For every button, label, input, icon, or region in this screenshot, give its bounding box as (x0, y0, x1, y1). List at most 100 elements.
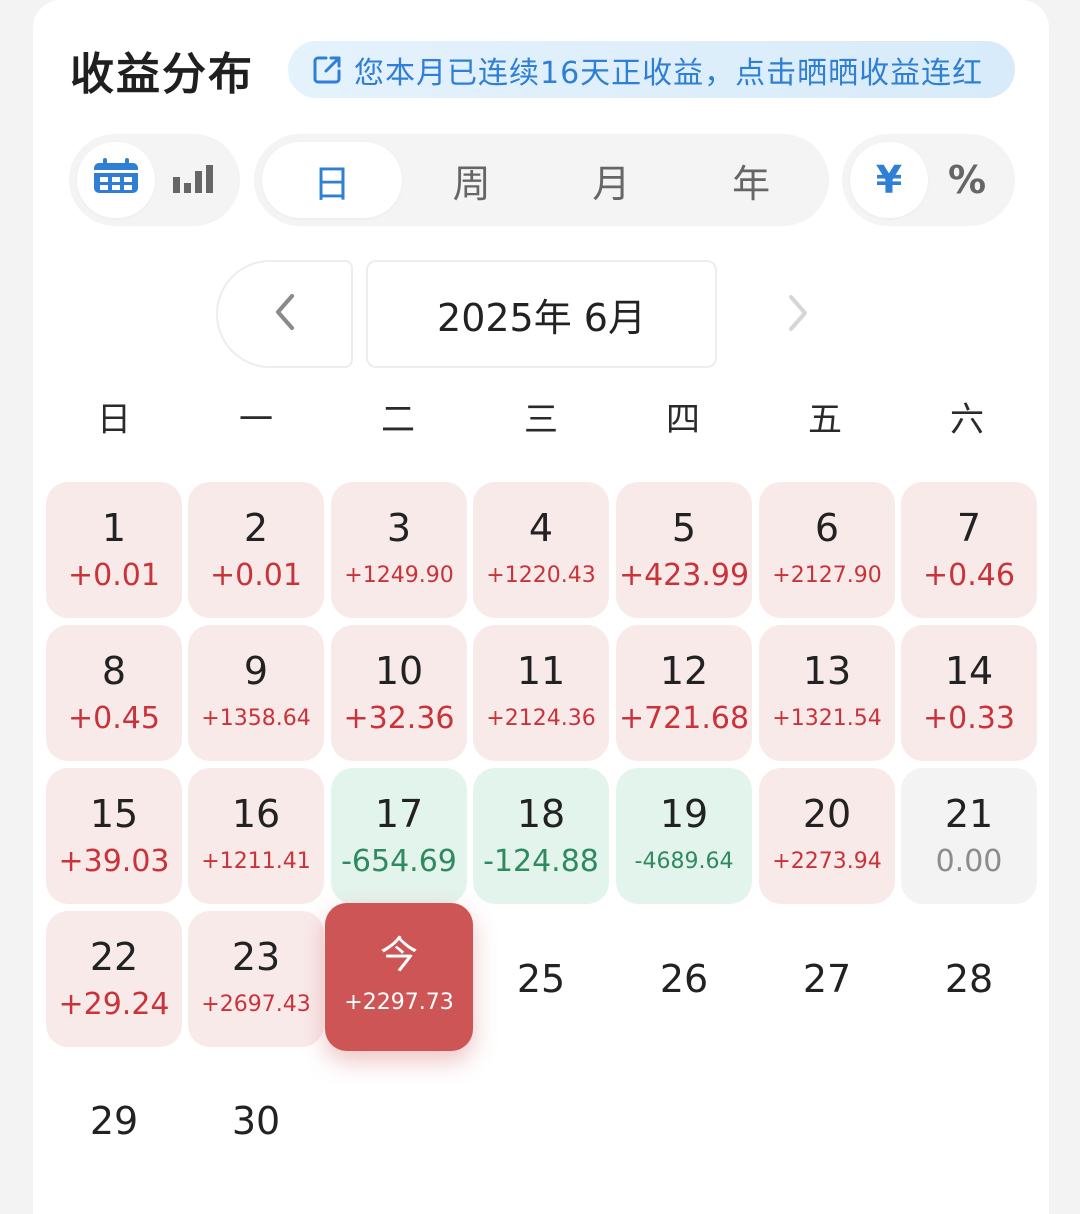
month-selector[interactable]: 2025年 6月 (366, 260, 717, 368)
day-number: 4 (528, 506, 554, 550)
day-income-value: 0.00 (935, 844, 1003, 879)
calendar-day[interactable]: 27 (759, 911, 895, 1047)
calendar-day[interactable]: 26 (616, 911, 752, 1047)
day-income-value: +32.36 (343, 701, 455, 736)
calendar-day[interactable]: 2 +0.01 (188, 482, 324, 618)
day-income-value: +0.45 (68, 701, 160, 736)
day-income-value: -4689.64 (634, 849, 734, 874)
calendar-day[interactable]: 1 +0.01 (46, 482, 182, 618)
tab-month[interactable]: 月 (542, 142, 682, 218)
day-number: 今 (379, 933, 418, 977)
day-income-value: +721.68 (618, 701, 750, 736)
streak-share-banner[interactable]: 您本月已连续16天正收益，点击晒晒收益连红 (288, 41, 1015, 98)
day-number: 3 (386, 506, 412, 550)
day-number: 23 (231, 935, 281, 979)
day-number: 27 (802, 957, 852, 1001)
day-number: 25 (516, 957, 566, 1001)
view-toggle (69, 134, 240, 226)
calendar-day[interactable]: 21 0.00 (901, 768, 1037, 904)
day-number: 5 (671, 506, 697, 550)
bar-chart-icon (171, 158, 215, 202)
calendar-day[interactable]: 17 -654.69 (331, 768, 467, 904)
calendar-day[interactable]: 10 +32.36 (331, 625, 467, 761)
day-number: 18 (516, 792, 566, 836)
tab-year[interactable]: 年 (681, 142, 821, 218)
calendar-day[interactable]: 8 +0.45 (46, 625, 182, 761)
calendar-day[interactable]: 11 +2124.36 (473, 625, 609, 761)
day-income-value: +1321.54 (772, 706, 882, 731)
calendar-day[interactable]: 16 +1211.41 (188, 768, 324, 904)
next-month-button[interactable] (760, 280, 836, 350)
tab-day[interactable]: 日 (262, 142, 402, 218)
calendar-day[interactable]: 13 +1321.54 (759, 625, 895, 761)
day-income-value: +1249.90 (344, 563, 454, 588)
day-number: 7 (956, 506, 982, 550)
day-number: 1 (101, 506, 127, 550)
calendar-icon (92, 157, 140, 204)
day-number: 17 (374, 792, 424, 836)
prev-month-button[interactable] (216, 260, 353, 368)
yuan-unit-button[interactable]: ¥ (850, 142, 928, 218)
day-income-value: +1358.64 (201, 706, 311, 731)
calendar-day[interactable]: 18 -124.88 (473, 768, 609, 904)
day-number: 8 (101, 649, 127, 693)
day-number: 19 (659, 792, 709, 836)
weekday-label: 五 (808, 400, 842, 440)
calendar-day[interactable]: 6 +2127.90 (759, 482, 895, 618)
calendar-day[interactable]: 23 +2697.43 (188, 911, 324, 1047)
streak-banner-text: 您本月已连续16天正收益，点击晒晒收益连红 (354, 55, 984, 91)
calendar-day[interactable]: 4 +1220.43 (473, 482, 609, 618)
chart-view-button[interactable] (155, 142, 233, 218)
day-number: 2 (243, 506, 269, 550)
calendar-day[interactable]: 19 -4689.64 (616, 768, 752, 904)
calendar-day[interactable]: 7 +0.46 (901, 482, 1037, 618)
chevron-left-icon (272, 292, 298, 336)
day-number: 20 (802, 792, 852, 836)
calendar-day[interactable]: 15 +39.03 (46, 768, 182, 904)
day-number: 30 (231, 1099, 281, 1143)
calendar-day[interactable]: 22 +29.24 (46, 911, 182, 1047)
calendar-day[interactable]: 30 (188, 1053, 324, 1189)
day-number: 14 (944, 649, 994, 693)
calendar-day[interactable]: 20 +2273.94 (759, 768, 895, 904)
day-income-value: +2697.43 (201, 992, 311, 1017)
calendar-day[interactable]: 25 (473, 911, 609, 1047)
day-income-value: +2273.94 (772, 849, 882, 874)
calendar-day-today[interactable]: 今 +2297.73 (325, 903, 473, 1051)
percent-unit-button[interactable]: % (928, 142, 1006, 218)
day-income-value: -124.88 (483, 844, 599, 879)
day-number: 10 (374, 649, 424, 693)
calendar-day[interactable]: 14 +0.33 (901, 625, 1037, 761)
period-tabs: 日 周 月 年 (254, 134, 829, 226)
day-income-value: +0.01 (210, 558, 302, 593)
calendar-day[interactable]: 28 (901, 911, 1037, 1047)
day-income-value: +1211.41 (201, 849, 311, 874)
unit-toggle: ¥ % (842, 134, 1015, 226)
day-number: 26 (659, 957, 709, 1001)
day-income-value: +2124.36 (486, 706, 596, 731)
tab-week[interactable]: 周 (402, 142, 542, 218)
chevron-right-icon (785, 293, 811, 337)
day-income-value: +39.03 (58, 844, 170, 879)
calendar-day[interactable]: 29 (46, 1053, 182, 1189)
weekday-label: 二 (381, 400, 415, 440)
day-number: 21 (944, 792, 994, 836)
day-income-value: +2127.90 (772, 563, 882, 588)
calendar-day[interactable]: 12 +721.68 (616, 625, 752, 761)
day-number: 11 (516, 649, 566, 693)
calendar-day[interactable]: 9 +1358.64 (188, 625, 324, 761)
weekday-label: 四 (666, 400, 700, 440)
calendar-view-button[interactable] (77, 142, 155, 218)
day-income-value: -654.69 (341, 844, 457, 879)
weekday-label: 日 (97, 400, 131, 440)
day-number: 29 (89, 1099, 139, 1143)
day-income-value: +0.33 (923, 701, 1015, 736)
calendar-day[interactable]: 5 +423.99 (616, 482, 752, 618)
weekday-label: 一 (239, 400, 273, 440)
day-number: 15 (89, 792, 139, 836)
day-number: 6 (814, 506, 840, 550)
calendar-day[interactable]: 3 +1249.90 (331, 482, 467, 618)
day-number: 28 (944, 957, 994, 1001)
day-number: 16 (231, 792, 281, 836)
day-income-value: +0.46 (923, 558, 1015, 593)
